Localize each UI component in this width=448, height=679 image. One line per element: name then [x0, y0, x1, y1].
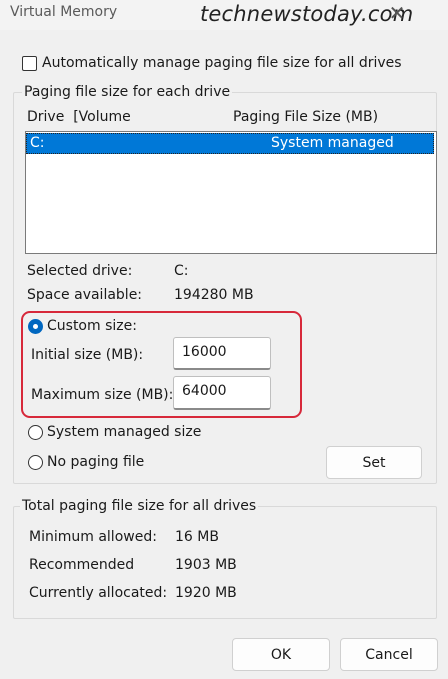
totals-group-legend: Total paging file size for all drives: [20, 498, 259, 514]
auto-manage-checkbox[interactable]: [22, 56, 37, 71]
space-available-label: Space available:: [27, 287, 143, 303]
recommended-label: Recommended: [29, 557, 135, 573]
no-paging-radio[interactable]: [28, 455, 43, 470]
custom-size-label[interactable]: Custom size:: [47, 318, 137, 334]
custom-size-radio[interactable]: [28, 319, 43, 334]
selected-drive-label: Selected drive:: [27, 263, 133, 279]
system-managed-label[interactable]: System managed size: [47, 424, 201, 440]
list-item-size: System managed: [271, 135, 394, 151]
close-icon[interactable]: ✕: [386, 2, 408, 24]
space-available-value: 194280 MB: [174, 287, 254, 303]
selected-drive-value: C:: [174, 263, 189, 279]
auto-manage-label[interactable]: Automatically manage paging file size fo…: [42, 55, 402, 71]
column-header-drive: Drive [Volume: [27, 109, 131, 125]
cancel-button[interactable]: Cancel: [340, 638, 438, 671]
ok-button[interactable]: OK: [232, 638, 330, 671]
system-managed-radio[interactable]: [28, 425, 43, 440]
initial-size-label: Initial size (MB):: [31, 347, 144, 363]
currently-allocated-label: Currently allocated:: [29, 585, 168, 601]
minimum-allowed-label: Minimum allowed:: [29, 529, 157, 545]
list-item-drive: C:: [30, 135, 45, 151]
column-header-size: Paging File Size (MB): [233, 109, 379, 125]
recommended-value: 1903 MB: [175, 557, 237, 573]
initial-size-input[interactable]: 16000: [173, 337, 271, 370]
currently-allocated-value: 1920 MB: [175, 585, 237, 601]
window-title: Virtual Memory: [10, 4, 118, 20]
set-button[interactable]: Set: [326, 446, 422, 479]
paging-group-legend: Paging file size for each drive: [22, 84, 233, 100]
minimum-allowed-value: 16 MB: [175, 529, 219, 545]
maximum-size-label: Maximum size (MB):: [31, 387, 174, 403]
maximum-size-input[interactable]: 64000: [173, 376, 271, 410]
watermark: technewstoday.com: [200, 2, 414, 26]
no-paging-label[interactable]: No paging file: [47, 454, 144, 470]
